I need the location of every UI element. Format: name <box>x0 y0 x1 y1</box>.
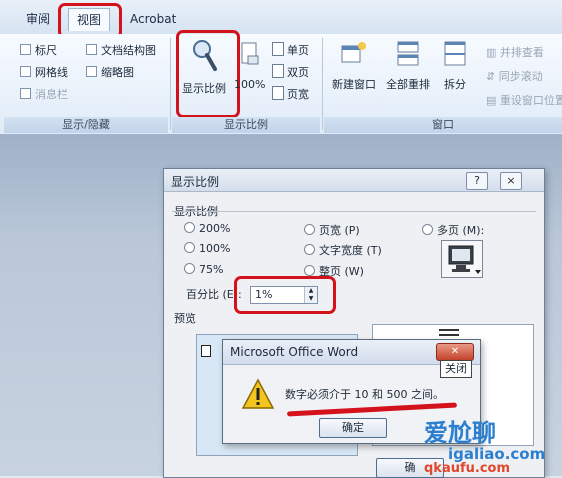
two-pages-button[interactable]: 双页 <box>272 64 309 80</box>
radio-many-pages-label: 多页 (M): <box>437 224 485 237</box>
radio-200[interactable]: 200% <box>184 222 230 235</box>
group-label-show-hide: 显示/隐藏 <box>4 117 168 133</box>
tab-acrobat[interactable]: Acrobat <box>130 8 176 30</box>
split-button[interactable]: 拆分 <box>436 40 474 106</box>
group-label-window: 窗口 <box>324 117 562 133</box>
preview-section-label: 预览 <box>174 312 196 325</box>
doc-map-checkbox[interactable]: 文档结构图 <box>86 42 156 58</box>
sync-scroll-button[interactable]: ⇵ 同步滚动 <box>486 68 543 84</box>
reset-position-button[interactable]: ▤ 重设窗口位置 <box>486 92 562 108</box>
message-box-title: Microsoft Office Word <box>230 345 359 359</box>
page-width-button[interactable]: 页宽 <box>272 86 309 102</box>
split-icon <box>444 41 466 66</box>
monitor-icon <box>448 245 481 274</box>
radio-whole-page-label: 整页 (W) <box>319 265 364 278</box>
zoom-100-button[interactable]: 100% <box>234 42 266 102</box>
radio-100[interactable]: 100% <box>184 242 230 255</box>
doc-map-label: 文档结构图 <box>101 44 156 57</box>
one-page-button[interactable]: 单页 <box>272 42 309 58</box>
close-tooltip: 关闭 <box>440 360 472 378</box>
radio-100-label: 100% <box>199 242 231 255</box>
watermark-line3: qkaufu.com <box>424 461 511 476</box>
one-page-label: 单页 <box>287 44 309 57</box>
group-label-zoom: 显示比例 <box>172 117 320 133</box>
percent-value: 1% <box>255 288 273 301</box>
ribbon-tab-bar: 审阅 视图 Acrobat <box>0 0 562 35</box>
new-window-icon <box>341 42 366 63</box>
zoom-dialog-title: 显示比例 <box>171 175 220 189</box>
ruler-checkbox[interactable]: 标尺 <box>20 42 57 58</box>
group-separator <box>170 38 171 130</box>
zoom-dialog-titlebar: 显示比例 ? × <box>164 169 544 192</box>
arrange-all-button[interactable]: 全部重排 <box>382 40 434 106</box>
percent-spinner[interactable]: ▲ ▼ <box>304 287 317 303</box>
thumbnails-label: 缩略图 <box>101 66 134 79</box>
side-by-side-label: 并排查看 <box>499 46 544 59</box>
preview-text-line <box>439 329 459 331</box>
two-pages-icon <box>272 64 284 78</box>
spin-down-icon[interactable]: ▼ <box>305 295 317 303</box>
page-width-label: 页宽 <box>287 88 309 101</box>
sync-scroll-label: 同步滚动 <box>498 70 543 83</box>
help-button[interactable]: ? <box>466 172 488 190</box>
magnifier-icon <box>193 40 217 71</box>
preview-text-line <box>439 334 459 336</box>
split-label: 拆分 <box>444 78 466 91</box>
side-by-side-button[interactable]: ▥ 并排查看 <box>486 44 544 60</box>
percent-label: 百分比 (E): <box>186 288 242 301</box>
watermark-logo: 爱尬聊 igaliao.com qkaufu.com <box>420 395 562 476</box>
percent-input[interactable]: 1% ▲ ▼ <box>250 286 318 304</box>
radio-200-label: 200% <box>199 222 231 235</box>
spin-up-icon[interactable]: ▲ <box>305 287 317 295</box>
new-window-button[interactable]: 新建窗口 <box>328 40 380 106</box>
radio-75-label: 75% <box>199 263 224 276</box>
arrange-all-icon <box>397 41 419 66</box>
two-pages-label: 双页 <box>287 66 309 79</box>
many-pages-picker[interactable] <box>441 240 483 278</box>
radio-75[interactable]: 75% <box>184 263 223 276</box>
dialog-close-button[interactable]: × <box>500 172 522 190</box>
zoom-button-label: 显示比例 <box>182 82 226 95</box>
radio-whole-page[interactable]: 整页 (W) <box>304 263 364 279</box>
tab-view[interactable]: 视图 <box>68 8 111 31</box>
preview-page-thumb <box>201 345 211 357</box>
radio-many-pages[interactable]: 多页 (M): <box>422 222 484 238</box>
zoom-button[interactable]: 显示比例 <box>176 36 232 112</box>
page-100-icon <box>241 42 259 65</box>
new-window-label: 新建窗口 <box>332 78 376 91</box>
tab-review[interactable]: 审阅 <box>26 8 50 30</box>
radio-text-width[interactable]: 文字宽度 (T) <box>304 242 382 258</box>
zoom-100-label: 100% <box>234 78 266 91</box>
one-page-icon <box>272 42 284 56</box>
reset-position-icon: ▤ <box>486 94 500 107</box>
reset-position-label: 重设窗口位置 <box>499 94 562 107</box>
page-width-icon <box>272 86 284 100</box>
sync-scroll-icon: ⇵ <box>486 70 499 83</box>
ruler-label: 标尺 <box>35 44 57 57</box>
side-by-side-icon: ▥ <box>486 46 500 59</box>
gridlines-label: 网格线 <box>35 66 68 79</box>
message-bar-checkbox[interactable]: 消息栏 <box>20 86 68 102</box>
arrange-all-label: 全部重排 <box>386 78 430 91</box>
radio-page-width[interactable]: 页宽 (P) <box>304 222 360 238</box>
message-ok-button[interactable]: 确定 <box>319 418 387 438</box>
thumbnails-checkbox[interactable]: 缩略图 <box>86 64 134 80</box>
radio-page-width-label: 页宽 (P) <box>319 224 360 237</box>
close-icon: ✕ <box>450 346 460 357</box>
message-bar-label: 消息栏 <box>35 88 68 101</box>
watermark-line1: 爱尬聊 <box>424 419 496 447</box>
warning-icon <box>241 378 275 409</box>
group-separator <box>322 38 323 130</box>
gridlines-checkbox[interactable]: 网格线 <box>20 64 68 80</box>
message-box-close-button[interactable]: ✕ <box>436 343 474 361</box>
radio-text-width-label: 文字宽度 (T) <box>319 244 382 257</box>
